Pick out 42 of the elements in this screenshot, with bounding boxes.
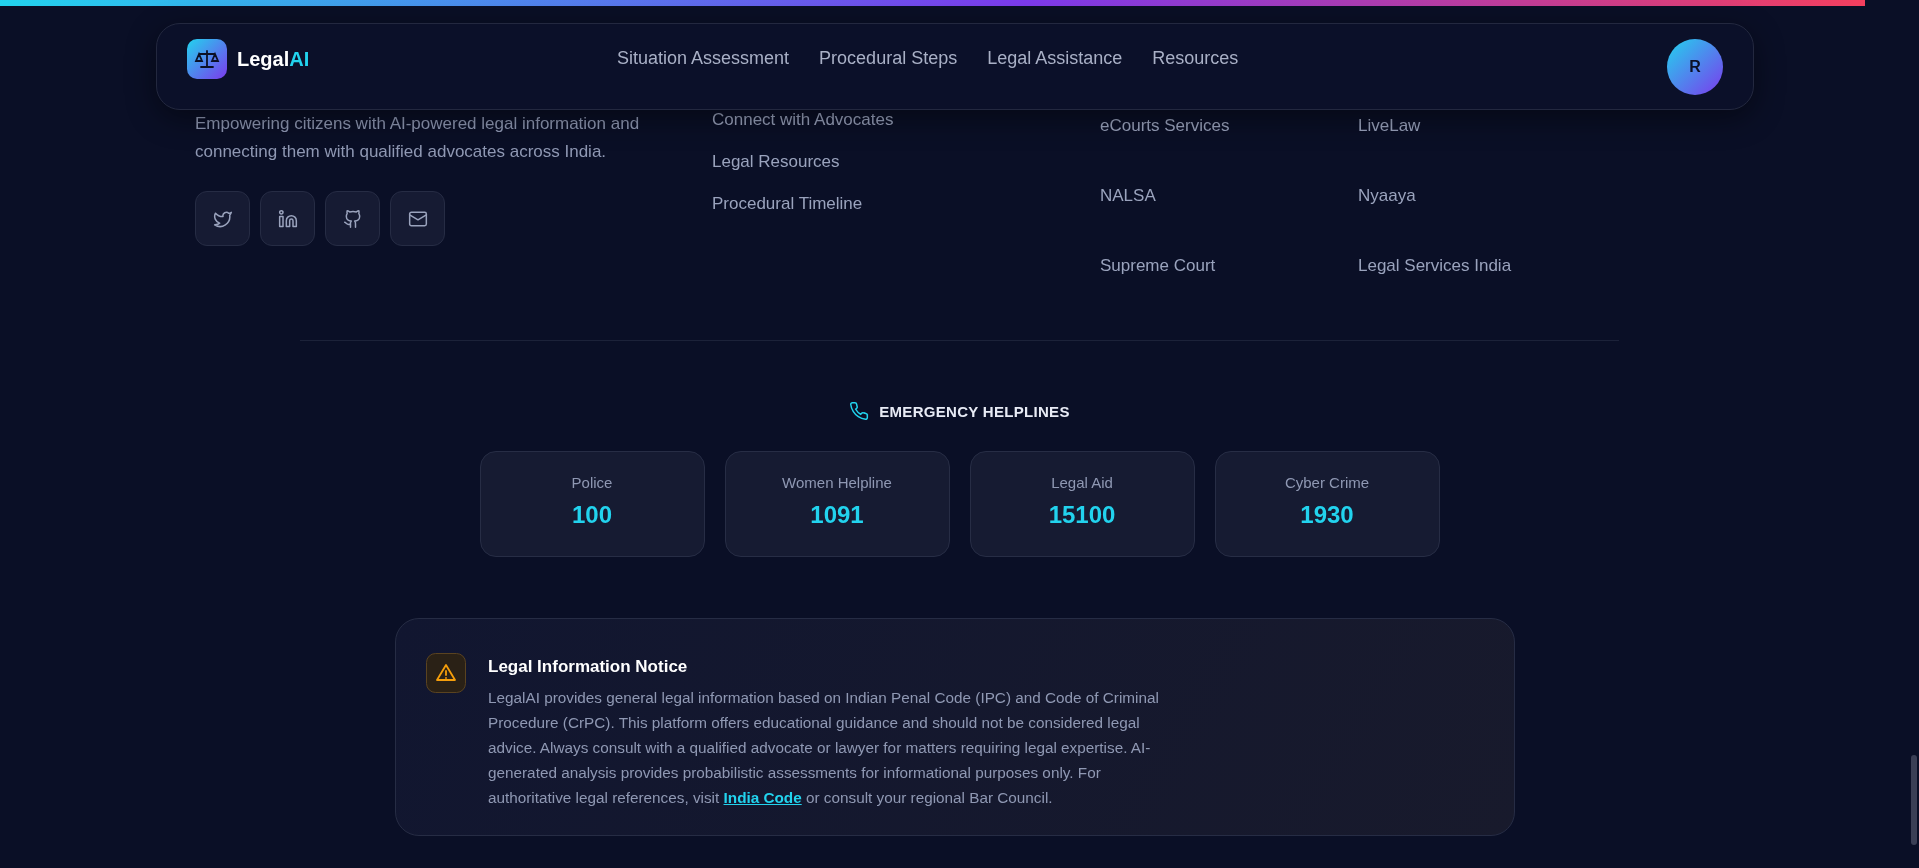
helpline-card[interactable]: Women Helpline 1091 xyxy=(724,451,950,557)
helpline-number: 1091 xyxy=(810,501,864,529)
nav-link[interactable]: Resources xyxy=(1152,48,1239,69)
mail-button[interactable] xyxy=(390,191,445,246)
linkedin-button[interactable] xyxy=(260,191,315,246)
helpline-card[interactable]: Legal Aid 15100 xyxy=(969,451,1195,557)
warning-icon xyxy=(426,653,466,693)
resource-link[interactable]: LiveLaw xyxy=(1358,116,1616,136)
scales-icon[interactable] xyxy=(187,39,227,79)
footer-link[interactable]: Procedural Timeline xyxy=(712,194,1100,214)
resource-link[interactable]: NALSA xyxy=(1100,186,1358,206)
nav-link[interactable]: Legal Assistance xyxy=(987,48,1123,69)
helpline-number: 1930 xyxy=(1300,501,1354,529)
cat-button[interactable] xyxy=(325,191,380,246)
bird-button[interactable] xyxy=(195,191,250,246)
scrollbar-thumb[interactable] xyxy=(1911,755,1917,845)
brand-name[interactable]: LegalAI xyxy=(237,47,310,71)
nav-link[interactable]: Situation Assessment xyxy=(617,48,790,69)
helpline-number: 100 xyxy=(571,501,612,529)
helpline-number: 15100 xyxy=(1048,501,1116,529)
phone-icon xyxy=(849,401,870,421)
resource-link[interactable]: Supreme Court xyxy=(1100,256,1358,276)
helpline-label: Cyber Crime xyxy=(1284,474,1370,491)
section-heading: EMERGENCY HELPLINES xyxy=(879,402,1070,420)
linkedin-icon xyxy=(277,208,298,229)
india-code-link[interactable]: India Code xyxy=(723,789,802,806)
resource-link[interactable]: eCourts Services xyxy=(1100,116,1358,136)
cat-icon xyxy=(342,208,363,229)
footer-description: Empowering citizens with AI-powered legal information and connecting them with qualified advocates across India. xyxy=(195,113,641,163)
user-avatar[interactable]: R xyxy=(1667,38,1723,95)
helpline-card[interactable]: Police 100 xyxy=(479,451,705,557)
footer-link[interactable]: Legal Resources xyxy=(712,152,1100,172)
helpline-label: Legal Aid xyxy=(1051,474,1113,491)
helpline-label: Women Helpline xyxy=(782,474,892,491)
notice-title: Legal Information Notice xyxy=(488,657,689,677)
helpline-card[interactable]: Cyber Crime 1930 xyxy=(1214,451,1440,557)
footer-link[interactable]: Connect with Advocates xyxy=(712,110,1100,130)
helpline-label: Police xyxy=(571,474,613,491)
nav-link[interactable]: Procedural Steps xyxy=(819,48,958,69)
resource-link[interactable]: Nyaaya xyxy=(1358,186,1616,206)
resource-link[interactable]: Legal Services India xyxy=(1358,256,1616,276)
notice-text: LegalAI provides general legal information based on Indian Penal Code (IPC) and Code of Criminal Procedure (CrPC). This platform offers educational guidance and should not be considered legal advice. Always consult with a qualified advocate or lawyer for matters requiring legal expertise. AI-generated analysis provides probabilistic assessments for informational purposes only. For authoritative legal references, visit India Code or consult your regional Bar Council. xyxy=(488,688,1160,808)
